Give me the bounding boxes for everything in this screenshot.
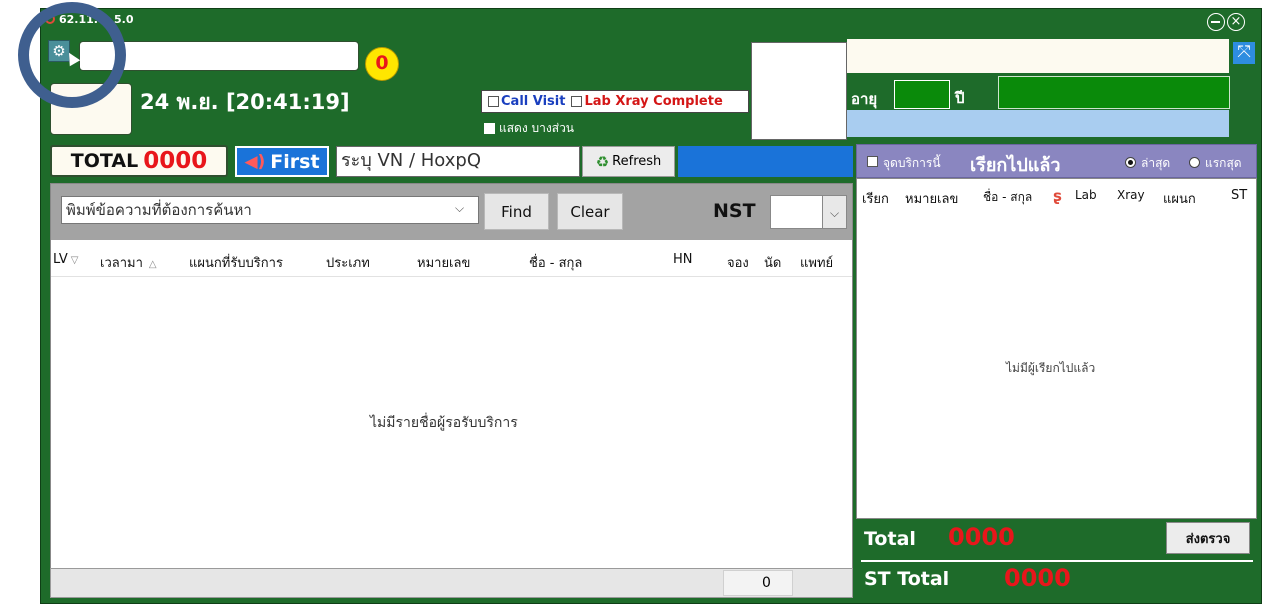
queue-empty-message: ไม่มีรายชื่อผู้รอรับบริการ bbox=[370, 415, 518, 431]
expand-arrows-icon[interactable]: ⤧ bbox=[1233, 42, 1255, 64]
find-button[interactable]: Find bbox=[484, 193, 549, 230]
show-partial-option[interactable]: แสดง บางส่วน bbox=[484, 119, 574, 138]
service-point-label: จุดบริการนี้ bbox=[883, 156, 941, 170]
refresh-icon: ♻ bbox=[595, 152, 610, 171]
latest-radio[interactable] bbox=[1125, 157, 1136, 168]
total-label: TOTAL bbox=[70, 150, 139, 172]
send-exam-button[interactable]: ส่งตรวจ bbox=[1166, 522, 1250, 554]
speaker-icon: ◀) bbox=[244, 151, 266, 172]
call-visit-label: Call Visit bbox=[501, 94, 566, 109]
first-button-label: First bbox=[270, 150, 320, 173]
refresh-label: Refresh bbox=[612, 154, 662, 169]
nst-dropdown-icon[interactable]: ⌵ bbox=[822, 195, 847, 229]
nst-select[interactable] bbox=[770, 195, 823, 229]
year-label: ปี bbox=[955, 89, 965, 107]
col-appointment[interactable]: นัด bbox=[764, 252, 781, 273]
search-input[interactable]: พิมพ์ข้อความที่ต้องการค้นหา bbox=[61, 196, 479, 224]
called-title: เรียกไปแล้ว bbox=[970, 155, 1061, 176]
minimize-circle-icon[interactable] bbox=[1207, 13, 1225, 31]
latest-label: ล่าสุด bbox=[1141, 156, 1171, 170]
refresh-button[interactable]: ♻ Refresh bbox=[582, 146, 675, 177]
vn-input[interactable]: ระบุ VN / HoxpQ bbox=[336, 146, 580, 177]
queue-status-bar: 0 bbox=[50, 568, 853, 598]
close-circle-icon[interactable]: × bbox=[1227, 13, 1245, 31]
service-point-checkbox[interactable] bbox=[867, 156, 878, 167]
first-label: แรกสุด bbox=[1205, 156, 1242, 170]
queue-panel: พิมพ์ข้อความที่ต้องการค้นหา ⌵ Find Clear… bbox=[50, 183, 853, 569]
search-bar: พิมพ์ข้อความที่ต้องการค้นหา ⌵ Find Clear… bbox=[51, 184, 852, 240]
first-radio[interactable] bbox=[1189, 157, 1200, 168]
window-title-suffix: 5.0 bbox=[114, 13, 134, 26]
col-type[interactable]: ประเภท bbox=[326, 252, 370, 273]
date-time-display: 24 พ.ย. [20:41:19] bbox=[140, 90, 350, 114]
total-counter: TOTAL 0000 bbox=[50, 145, 228, 177]
nst-label: NST bbox=[713, 200, 756, 222]
col-department[interactable]: แผนกที่รับบริการ bbox=[189, 252, 283, 273]
lab-xray-checkbox[interactable] bbox=[571, 96, 583, 107]
called-col-lab[interactable]: Lab bbox=[1075, 188, 1097, 202]
called-panel-header: จุดบริการนี้ เรียกไปแล้ว ล่าสุด แรกสุด bbox=[856, 144, 1257, 178]
called-col-name[interactable]: ชื่อ - สกุล bbox=[983, 188, 1032, 207]
age-field bbox=[894, 80, 950, 109]
total-value: 0000 bbox=[143, 148, 208, 174]
patient-status-bar bbox=[847, 110, 1229, 137]
header-divider bbox=[51, 276, 852, 277]
called-total-value: 0000 bbox=[948, 523, 1015, 551]
clear-button[interactable]: Clear bbox=[557, 193, 623, 230]
called-empty-message: ไม่มีผู้เรียกไปแล้ว bbox=[1006, 361, 1096, 375]
age-label: อายุ bbox=[851, 90, 878, 108]
visit-filter-box: Call Visit Lab Xray Complete bbox=[481, 90, 749, 113]
called-col-number[interactable]: หมายเลข bbox=[905, 188, 958, 209]
st-total-label: ST Total bbox=[864, 568, 950, 590]
called-total-label: Total bbox=[864, 528, 916, 550]
called-col-dept[interactable]: แผนก bbox=[1163, 188, 1196, 209]
show-partial-label: แสดง บางส่วน bbox=[499, 121, 575, 135]
call-visit-checkbox[interactable] bbox=[488, 96, 499, 107]
first-button[interactable]: ◀) First bbox=[235, 146, 329, 177]
patient-image-frame bbox=[751, 42, 847, 140]
called-list: เรียก หมายเลข ชื่อ - สกุล ʂ Lab Xray แผน… bbox=[856, 178, 1257, 519]
search-dropdown-icon[interactable]: ⌵ bbox=[455, 201, 464, 216]
called-col-call[interactable]: เรียก bbox=[862, 188, 889, 209]
lab-brand-icon: ʂ bbox=[1053, 187, 1062, 205]
called-col-xray[interactable]: Xray bbox=[1117, 188, 1145, 202]
counter-badge: 0 bbox=[365, 47, 399, 81]
sort-up-icon: △ bbox=[148, 259, 157, 270]
show-partial-checkbox[interactable] bbox=[484, 123, 495, 134]
st-total-value: 0000 bbox=[1004, 564, 1071, 592]
toolbar-blue-strip bbox=[678, 146, 853, 177]
col-arrival-time[interactable]: เวลามา △ bbox=[100, 252, 157, 273]
queue-count: 0 bbox=[723, 570, 793, 596]
sort-down-icon: ▽ bbox=[70, 255, 79, 266]
patient-name-field bbox=[847, 39, 1229, 73]
patient-info-field bbox=[998, 76, 1230, 109]
col-booking[interactable]: จอง bbox=[727, 252, 749, 273]
main-window: 62.11. 5.0 × ⚙ 0 24 พ.ย. [20:41:19] Call… bbox=[40, 8, 1262, 604]
col-hn[interactable]: HN bbox=[673, 252, 693, 267]
col-name[interactable]: ชื่อ - สกุล bbox=[529, 252, 582, 273]
col-doctor[interactable]: แพทย์ bbox=[800, 252, 833, 273]
col-lv[interactable]: LV ▽ bbox=[53, 252, 78, 267]
totals-divider bbox=[861, 560, 1253, 562]
lab-xray-label: Lab Xray Complete bbox=[584, 94, 723, 109]
called-col-st[interactable]: ST bbox=[1231, 188, 1247, 203]
col-number[interactable]: หมายเลข bbox=[417, 252, 470, 273]
